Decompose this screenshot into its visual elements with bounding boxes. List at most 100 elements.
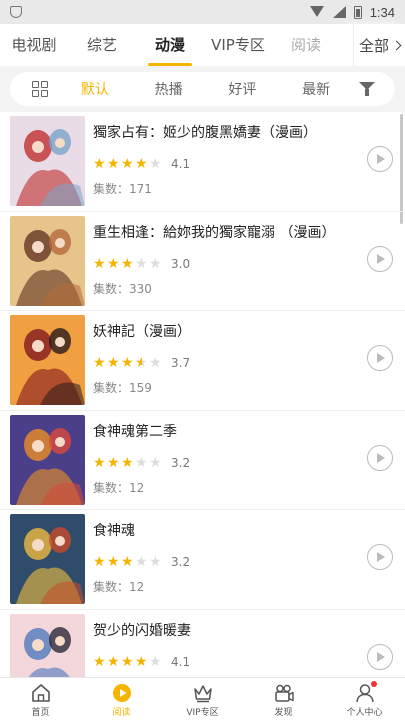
wifi-icon [309,6,324,18]
nav-reading-label: 阅读 [112,708,131,718]
star-rating: ★ ★ ★ ★ ★ 3.2 [93,555,353,569]
tab-reading[interactable]: 阅读 [272,24,340,66]
star-icon: ★ [135,355,148,371]
star-icon: ★ [107,653,120,670]
nav-home[interactable]: 首页 [0,678,81,720]
star-icon: ★ [121,653,134,670]
list-item[interactable]: 獨家占有：姬少的腹黑嬌妻（漫画） ★ ★ ★ ★ ★ 4.1 集数：171 [0,112,405,212]
tab-variety[interactable]: 综艺 [68,24,136,66]
filter-top-rated[interactable]: 好评 [206,79,280,99]
play-button[interactable] [367,245,393,272]
item-title: 重生相逢：給妳我的獨家寵溺 （漫画） [93,224,336,241]
nav-home-label: 首页 [31,708,50,718]
nav-profile[interactable]: 个人中心 [324,678,405,720]
episode-count: 集数：159 [93,381,152,395]
category-tabs: 电视剧 综艺 动漫 VIP专区 阅读 全部 [0,24,405,66]
play-button[interactable] [367,146,393,172]
nav-reading[interactable]: 阅读 [81,678,162,720]
episode-count: 集数：330 [93,281,152,296]
comic-list: 獨家占有：姬少的腹黑嬌妻（漫画） ★ ★ ★ ★ ★ 4.1 集数：171 重生相逢：給妳… [0,112,405,677]
star-icon: ★ [107,554,120,570]
nav-profile-label: 个人中心 [346,708,383,718]
star-icon: ★ [93,554,106,570]
tab-anime[interactable]: 动漫 [136,24,204,66]
cover-image[interactable] [10,315,85,405]
bottom-nav: 首页 阅读 VIP专区 发现 个人中心 [0,677,405,720]
star-rating: ★ ★ ★ ★ ★ 3.7 [93,356,353,370]
star-icon: ★ [135,653,148,670]
item-title: 食神魂第二季 [93,423,177,440]
star-icon: ★ [135,554,148,570]
cover-image[interactable] [10,514,85,604]
nav-discover-label: 发现 [274,708,293,718]
star-icon: ★ [149,554,162,570]
star-icon: ★ [107,355,120,371]
star-icon: ★ [107,454,120,471]
star-icon: ★ [93,255,106,272]
list-item[interactable]: 食神魂 ★ ★ ★ ★ ★ 3.2 集数：12 [0,510,405,610]
play-button[interactable] [367,345,393,371]
list-item[interactable]: 重生相逢：給妳我的獨家寵溺 （漫画） ★ ★ ★ ★ ★ 3.0 集数：330 [0,212,405,311]
star-icon: ★ [149,156,162,172]
star-rating: ★ ★ ★ ★ ★ 4.1 [93,157,353,171]
star-icon: ★ [135,454,148,471]
rating-score: 3.2 [171,455,191,470]
filter-bar: 默认 热播 好评 最新 [10,72,395,106]
star-rating: ★ ★ ★ ★ ★ 4.1 [93,655,353,669]
star-icon: ★ [121,454,134,471]
nav-discover[interactable]: 发现 [243,678,324,720]
all-categories-label: 全部 [358,36,389,55]
cover-image[interactable] [10,414,85,505]
nav-vip[interactable]: VIP专区 [162,678,243,720]
star-icon: ★ [149,454,162,471]
all-categories-button[interactable]: 全部 [353,24,405,66]
filter-icon[interactable] [359,81,375,97]
episode-count: 集数：12 [93,480,145,495]
list-item[interactable]: 贺少的闪婚暖妻 ★ ★ ★ ★ ★ 4.1 [0,610,405,677]
tab-vip[interactable]: VIP专区 [204,24,272,66]
cover-image[interactable] [10,215,85,306]
star-icon: ★ [121,355,134,371]
star-icon: ★ [93,454,106,471]
episode-count: 集数：171 [93,182,152,196]
play-circle-icon [112,684,131,702]
item-title: 食神魂 [93,523,135,539]
star-rating: ★ ★ ★ ★ ★ 3.2 [93,456,353,470]
grid-view-icon[interactable] [32,81,48,97]
home-icon [31,684,50,702]
filter-default[interactable]: 默认 [58,79,132,99]
battery-icon [353,5,362,19]
status-time: 1:34 [369,4,395,20]
cover-image[interactable] [10,613,85,677]
chevron-right-icon [391,40,402,50]
star-icon: ★ [121,156,134,172]
rating-score: 3.2 [171,555,191,569]
status-bar: 1:34 [0,0,405,24]
star-icon: ★ [107,255,120,272]
list-item[interactable]: 妖神記（漫画） ★ ★ ★ ★ ★ 3.7 集数：159 [0,311,405,411]
play-button[interactable] [367,544,393,570]
signal-icon [332,6,346,18]
star-rating: ★ ★ ★ ★ ★ 3.0 [93,257,353,271]
rating-score: 3.7 [171,356,191,370]
cover-image[interactable] [10,116,85,206]
star-icon: ★ [149,255,162,272]
filter-hot[interactable]: 热播 [132,79,206,99]
play-button[interactable] [367,643,393,670]
rating-score: 4.1 [171,654,191,669]
nav-vip-label: VIP专区 [186,708,219,718]
tab-tv[interactable]: 电视剧 [0,24,68,66]
item-title: 贺少的闪婚暖妻 [93,622,191,639]
item-title: 獨家占有：姬少的腹黑嬌妻（漫画） [93,125,317,141]
play-button[interactable] [367,444,393,471]
star-icon: ★ [93,355,106,371]
star-icon: ★ [135,156,148,172]
list-item[interactable]: 食神魂第二季 ★ ★ ★ ★ ★ 3.2 集数：12 [0,411,405,510]
star-icon: ★ [93,653,106,670]
crown-icon [193,685,212,703]
star-icon: ★ [135,255,148,272]
shield-icon [10,6,22,18]
item-title: 妖神記（漫画） [93,324,191,340]
filter-newest[interactable]: 最新 [279,79,353,99]
episode-count: 集数：12 [93,580,145,594]
